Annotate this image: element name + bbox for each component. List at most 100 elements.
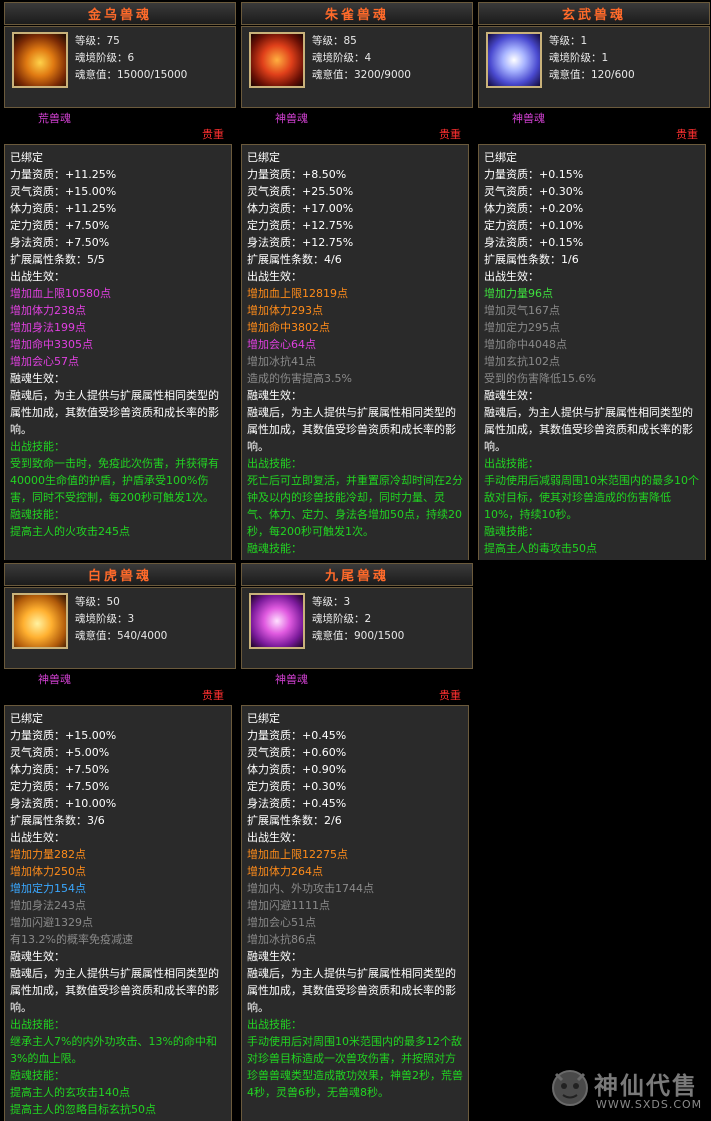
stage: 魂境阶级：4 — [312, 52, 372, 64]
attr-line: 体力资质：+7.50% — [10, 763, 110, 776]
fuse-skill-desc: 提高主人的玄攻击140点 — [10, 1086, 130, 1099]
attr-line: 灵气资质：+5.00% — [10, 746, 110, 759]
soul-icon[interactable] — [249, 32, 305, 88]
card-title: 九尾兽魂 — [324, 569, 389, 584]
stage: 魂境阶级：1 — [549, 52, 609, 64]
battle-effect: 增加内、外功攻击1744点 — [247, 882, 374, 895]
soul-type: 神兽魂 — [512, 112, 545, 125]
soul-icon[interactable] — [12, 593, 68, 649]
detail-panel: 已绑定 力量资质：+11.25% 灵气资质：+15.00% 体力资质：+11.25% 定… — [4, 144, 232, 560]
attr-line: 灵气资质：+25.50% — [247, 185, 354, 198]
skill-desc: 手动使用后对周围10米范围内的最多12个敌对珍兽目标造成一次兽攻伤害，并按照对方… — [247, 1035, 463, 1099]
attr-line: 力量资质：+15.00% — [10, 729, 117, 742]
rarity-label: 贵重 — [202, 128, 224, 141]
soul-value: 魂意值：120/600 — [549, 69, 635, 81]
ext-count: 扩展属性条数：3/6 — [10, 814, 105, 827]
battle-effect: 增加体力264点 — [247, 865, 323, 878]
skill-label: 出战技能： — [10, 440, 65, 453]
fuse-desc: 融魂后，为主人提供与扩展属性相同类型的属性加成，其数值受珍兽资质和成长率的影响。 — [10, 967, 219, 1014]
mascot-icon — [552, 1070, 588, 1106]
attr-line: 体力资质：+0.90% — [247, 763, 347, 776]
attr-line: 定力资质：+0.30% — [247, 780, 347, 793]
rarity-label: 贵重 — [202, 689, 224, 702]
battle-effect: 增加命中4048点 — [484, 338, 567, 351]
skill-desc: 受到致命一击时，免疫此次伤害，并获得有40000生命值的护盾，护盾承受100%伤… — [10, 457, 219, 504]
battle-effect: 增加会心51点 — [247, 916, 316, 929]
battle-effect: 增加力量96点 — [484, 287, 553, 300]
battle-effect: 造成的伤害提高3.5% — [247, 372, 352, 385]
battle-effect: 增加身法243点 — [10, 899, 86, 912]
level: 等级：3 — [312, 596, 351, 608]
attr-line: 身法资质：+0.45% — [247, 797, 347, 810]
detail-panel: 已绑定力量资质：+0.45% 灵气资质：+0.60% 体力资质：+0.90% 定力资质… — [241, 705, 469, 1121]
soul-icon[interactable] — [249, 593, 305, 649]
attr-line: 身法资质：+12.75% — [247, 236, 354, 249]
battle-effect: 增加血上限10580点 — [10, 287, 111, 300]
ext-count: 扩展属性条数：2/6 — [247, 814, 342, 827]
card-title-bar: 朱雀兽魂 — [241, 2, 473, 25]
ext-count: 扩展属性条数：5/5 — [10, 253, 105, 266]
battle-effect: 增加血上限12819点 — [247, 287, 348, 300]
battle-label: 出战生效： — [10, 270, 65, 283]
battle-label: 出战生效： — [247, 270, 302, 283]
bound-status: 已绑定 — [247, 151, 280, 164]
soul-card: 玄武兽魂 等级：1 魂境阶级：1 魂意值：120/600 神兽魂 贵重 已绑定 力量资… — [476, 0, 711, 560]
battle-effect: 增加身法199点 — [10, 321, 86, 334]
ext-count: 扩展属性条数：4/6 — [247, 253, 342, 266]
battle-effect: 增加定力295点 — [484, 321, 560, 334]
fuse-skill-desc: 提高主人的毒攻击50点 — [484, 542, 597, 555]
battle-effect: 有13.2%的概率免疫减速 — [10, 933, 133, 946]
fuse-skill-label: 融魂技能： — [484, 525, 539, 538]
attr-line: 灵气资质：+0.60% — [247, 746, 347, 759]
level: 等级：85 — [312, 35, 357, 47]
battle-effect: 增加定力154点 — [10, 882, 86, 895]
soul-value: 魂意值：15000/15000 — [75, 69, 188, 81]
bound-status: 已绑定 — [10, 712, 43, 725]
soul-type: 荒兽魂 — [38, 112, 71, 125]
attr-line: 力量资质：+11.25% — [10, 168, 117, 181]
soul-icon[interactable] — [486, 32, 542, 88]
bound-status: 已绑定 — [247, 712, 280, 725]
stage: 魂境阶级：6 — [75, 52, 135, 64]
battle-label: 出战生效： — [10, 831, 65, 844]
fuse-label: 融魂生效： — [10, 372, 65, 385]
detail-panel: 已绑定 力量资质：+0.15% 灵气资质：+0.30% 体力资质：+0.20% 定力资质… — [478, 144, 706, 560]
fuse-label: 融魂生效： — [247, 389, 302, 402]
fuse-skill-label: 融魂技能： — [247, 542, 302, 555]
fuse-skill-label: 融魂技能： — [10, 1069, 65, 1082]
skill-label: 出战技能： — [484, 457, 539, 470]
watermark-name: 神仙代售 — [594, 1072, 698, 1100]
rarity-label: 贵重 — [676, 128, 698, 141]
attr-line: 体力资质：+17.00% — [247, 202, 354, 215]
card-title: 金乌兽魂 — [87, 8, 152, 23]
skill-desc: 死亡后可立即复活，并重置原冷却时间在2分钟及以内的珍兽技能冷却，同时力量、灵气、… — [247, 474, 463, 538]
fuse-skill-desc: 提高主人的火攻击245点 — [10, 525, 130, 538]
rarity-label: 贵重 — [439, 128, 461, 141]
info-box: 等级：3 魂境阶级：2 魂意值：900/1500 — [241, 587, 473, 669]
fuse-skill-desc-2: 提高主人的忽略目标玄抗50点 — [10, 1103, 156, 1116]
battle-effect: 增加玄抗102点 — [484, 355, 560, 368]
card-title: 白虎兽魂 — [87, 569, 152, 584]
attr-line: 定力资质：+7.50% — [10, 780, 110, 793]
battle-effect: 增加命中3305点 — [10, 338, 93, 351]
bound-status: 已绑定 — [10, 151, 43, 164]
watermark-url: WWW.SXDS.COM — [596, 1098, 703, 1111]
fuse-skill-label: 融魂技能： — [10, 508, 65, 521]
card-title-bar: 金乌兽魂 — [4, 2, 236, 25]
soul-type: 神兽魂 — [275, 673, 308, 686]
battle-effect: 增加血上限12275点 — [247, 848, 348, 861]
info-box: 等级：75 魂境阶级：6 魂意值：15000/15000 — [4, 26, 236, 108]
stage: 魂境阶级：3 — [75, 613, 135, 625]
fuse-desc: 融魂后，为主人提供与扩展属性相同类型的属性加成，其数值受珍兽资质和成长率的影响。 — [10, 389, 219, 436]
battle-effect: 增加闪避1111点 — [247, 899, 330, 912]
attr-line: 身法资质：+10.00% — [10, 797, 117, 810]
attr-line: 力量资质：+0.45% — [247, 729, 347, 742]
soul-type: 神兽魂 — [275, 112, 308, 125]
battle-effect: 增加力量282点 — [10, 848, 86, 861]
fuse-label: 融魂生效： — [484, 389, 539, 402]
ext-count: 扩展属性条数：1/6 — [484, 253, 579, 266]
detail-panel: 已绑定 力量资质：+8.50% 灵气资质：+25.50% 体力资质：+17.00% 定力… — [241, 144, 469, 560]
battle-effect: 增加会心57点 — [10, 355, 79, 368]
soul-icon[interactable] — [12, 32, 68, 88]
info-box: 等级：85 魂境阶级：4 魂意值：3200/9000 — [241, 26, 473, 108]
